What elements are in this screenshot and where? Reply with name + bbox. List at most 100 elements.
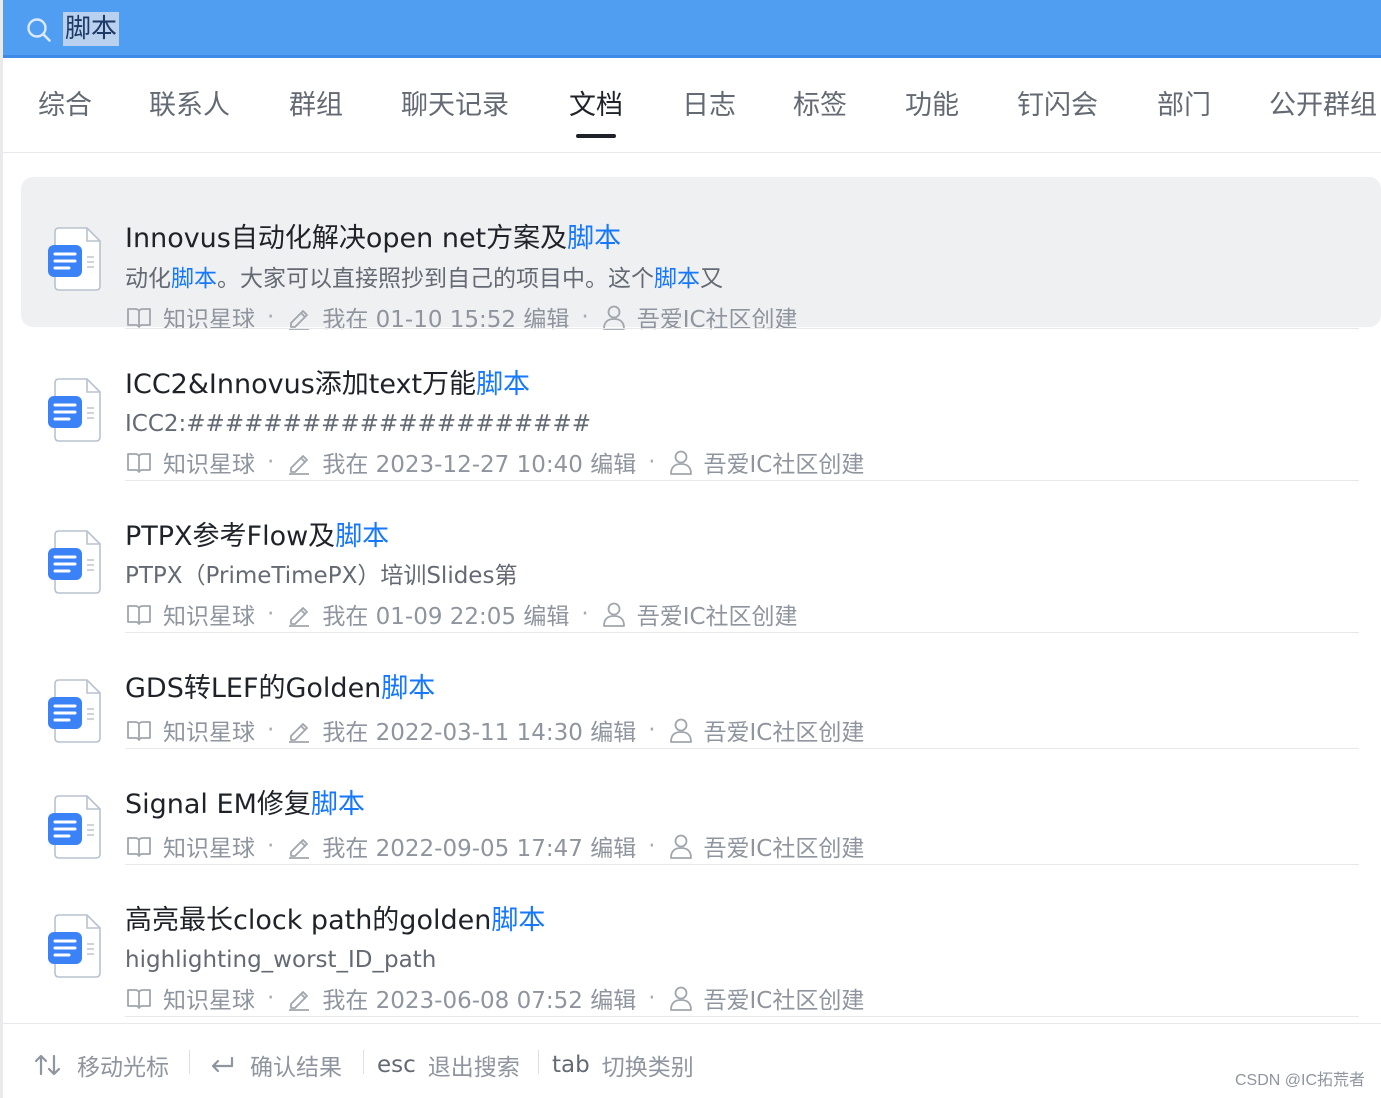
meta-separator: · [267, 833, 275, 859]
tab-label: 标签 [793, 90, 847, 121]
search-result-item[interactable]: Innovus自动化解决open net方案及脚本 动化脚本。大家可以直接照抄到自… [21, 177, 1381, 333]
result-title-highlight: 脚本 [310, 789, 365, 820]
hint-exit: esc 退出搜索 [377, 1048, 520, 1082]
edit-icon [289, 455, 310, 475]
hint-divider [189, 1050, 190, 1074]
tab-public-groups[interactable]: 公开群组 [1269, 88, 1377, 124]
result-meta: 知识星球 · 我在 01-09 22:05 编辑 · 吾爱IC社区创建 [125, 599, 798, 630]
tab-label: 文档 [569, 90, 623, 121]
tab-chat-history[interactable]: 聊天记录 [401, 88, 509, 124]
edited-time-label: 我在 2023-12-27 10:40 编辑 [322, 452, 637, 478]
meta-separator: · [267, 601, 275, 627]
hint-label: 退出搜索 [427, 1055, 520, 1081]
category-tabs: 综合 联系人 群组 聊天记录 文档 日志 标签 功能 钉闪会 部门 公开群组 [3, 58, 1381, 153]
result-title: Signal EM修复脚本 [125, 787, 365, 823]
result-meta: 知识星球 · 我在 2023-12-27 10:40 编辑 · 吾爱IC社区创建 [125, 447, 864, 478]
creator-label: 吾爱IC社区创建 [703, 988, 865, 1014]
tab-tags[interactable]: 标签 [793, 88, 847, 124]
knowledge-space-label: 知识星球 [163, 452, 255, 478]
result-title-highlight: 脚本 [567, 223, 622, 254]
snippet-highlight: 脚本 [171, 266, 217, 292]
meta-separator: · [267, 717, 275, 743]
result-meta: 知识星球 · 我在 2023-06-08 07:52 编辑 · 吾爱IC社区创建 [125, 983, 865, 1014]
knowledge-space-label: 知识星球 [163, 720, 255, 746]
result-title-text: 高亮最长clock path的golden [125, 905, 492, 936]
search-result-item[interactable]: PTPX参考Flow及脚本 PTPX（PrimeTimePX）培训Slides第知… [21, 481, 1381, 633]
edited-time-label: 我在 2022-09-05 17:47 编辑 [322, 836, 637, 862]
results-list: Innovus自动化解决open net方案及脚本 动化脚本。大家可以直接照抄到自… [3, 153, 1381, 1023]
search-icon [27, 18, 51, 42]
book-icon [127, 605, 151, 625]
snippet-text: 又 [700, 266, 723, 292]
result-snippet: PTPX（PrimeTimePX）培训Slides第 [125, 561, 517, 591]
search-result-item[interactable]: Signal EM修复脚本 知识星球 · 我在 2022-09-05 17:47 编辑… [21, 749, 1381, 865]
search-result-item[interactable]: GDS转LEF的Golden脚本知识星球 · 我在 2022-03-11 14:30… [21, 633, 1381, 749]
meta-separator: · [581, 304, 589, 330]
edit-icon [289, 991, 310, 1011]
enter-icon [211, 1056, 234, 1073]
knowledge-space-label: 知识星球 [163, 988, 255, 1014]
book-icon [127, 989, 151, 1009]
document-icon [48, 378, 101, 442]
document-icon [48, 530, 101, 594]
hint-label: 确认结果 [250, 1055, 342, 1081]
search-input[interactable]: 脚本 [63, 12, 120, 46]
user-icon [669, 834, 692, 859]
result-meta: 知识星球 · 我在 2022-09-05 17:47 编辑 · 吾爱IC社区创建 [125, 831, 864, 862]
tab-label: 功能 [905, 90, 959, 121]
search-result-item[interactable]: ICC2&Innovus添加text万能脚本 ICC2:#############… [21, 329, 1381, 481]
result-title: Innovus自动化解决open net方案及脚本 [125, 221, 621, 257]
knowledge-space-label: 知识星球 [163, 604, 255, 630]
tab-logs[interactable]: 日志 [682, 88, 736, 124]
active-tab-indicator [576, 134, 616, 138]
result-title: PTPX参考Flow及脚本 [125, 519, 389, 555]
user-icon [669, 986, 692, 1011]
edit-icon [289, 310, 310, 330]
document-icon [48, 914, 101, 978]
result-snippet: 动化脚本。大家可以直接照抄到自己的项目中。这个脚本又 [125, 264, 723, 294]
tab-groups[interactable]: 群组 [289, 88, 343, 124]
hint-switch-category: tab 切换类别 [552, 1048, 694, 1082]
edit-icon [289, 723, 310, 743]
hint-confirm: 确认结果 [208, 1048, 342, 1082]
edit-icon [289, 607, 310, 627]
edit-icon [289, 839, 310, 859]
tab-features[interactable]: 功能 [905, 88, 959, 124]
snippet-text: 。大家可以直接照抄到自己的项目中。这个 [217, 266, 654, 292]
tab-all[interactable]: 综合 [38, 88, 92, 124]
user-icon [602, 305, 625, 330]
edited-time-label: 我在 2022-03-11 14:30 编辑 [322, 720, 637, 746]
result-snippet: highlighting_worst_ID_path [125, 945, 436, 975]
book-icon [127, 308, 151, 328]
esc-key-label: esc [377, 1052, 416, 1078]
result-title-text: GDS转LEF的Golden [125, 673, 382, 704]
tab-label: 日志 [682, 90, 736, 121]
result-title-text: PTPX参考Flow及 [125, 521, 336, 552]
result-snippet: ICC2:##################### [125, 409, 591, 439]
result-divider [125, 1016, 1359, 1017]
tab-label: 部门 [1157, 90, 1211, 121]
result-title-text: Signal EM修复 [125, 789, 311, 820]
tab-label: 公开群组 [1269, 90, 1377, 121]
hint-label: 切换类别 [601, 1055, 694, 1081]
hint-divider [538, 1050, 539, 1074]
tab-departments[interactable]: 部门 [1157, 88, 1211, 124]
meta-separator: · [267, 449, 275, 475]
meta-separator: · [648, 833, 656, 859]
tab-contacts[interactable]: 联系人 [149, 88, 230, 124]
search-bar[interactable]: 脚本 [3, 0, 1381, 58]
result-title-highlight: 脚本 [491, 905, 546, 936]
result-title-highlight: 脚本 [476, 369, 531, 400]
watermark: CSDN @IC拓荒者 [1234, 1072, 1365, 1089]
result-meta: 知识星球 · 我在 2022-03-11 14:30 编辑 · 吾爱IC社区创建 [125, 715, 865, 746]
creator-label: 吾爱IC社区创建 [703, 720, 865, 746]
result-title: ICC2&Innovus添加text万能脚本 [125, 367, 530, 403]
user-icon [669, 450, 692, 475]
result-title: GDS转LEF的Golden脚本 [125, 671, 435, 707]
tab-label: 钉闪会 [1017, 90, 1098, 121]
search-result-item[interactable]: 高亮最长clock path的golden脚本 highlighting_wors… [21, 865, 1381, 1017]
tab-key-label: tab [552, 1052, 590, 1078]
tab-flash-meeting[interactable]: 钉闪会 [1017, 88, 1098, 124]
tab-docs[interactable]: 文档 [569, 88, 623, 138]
meta-separator: · [581, 601, 589, 627]
